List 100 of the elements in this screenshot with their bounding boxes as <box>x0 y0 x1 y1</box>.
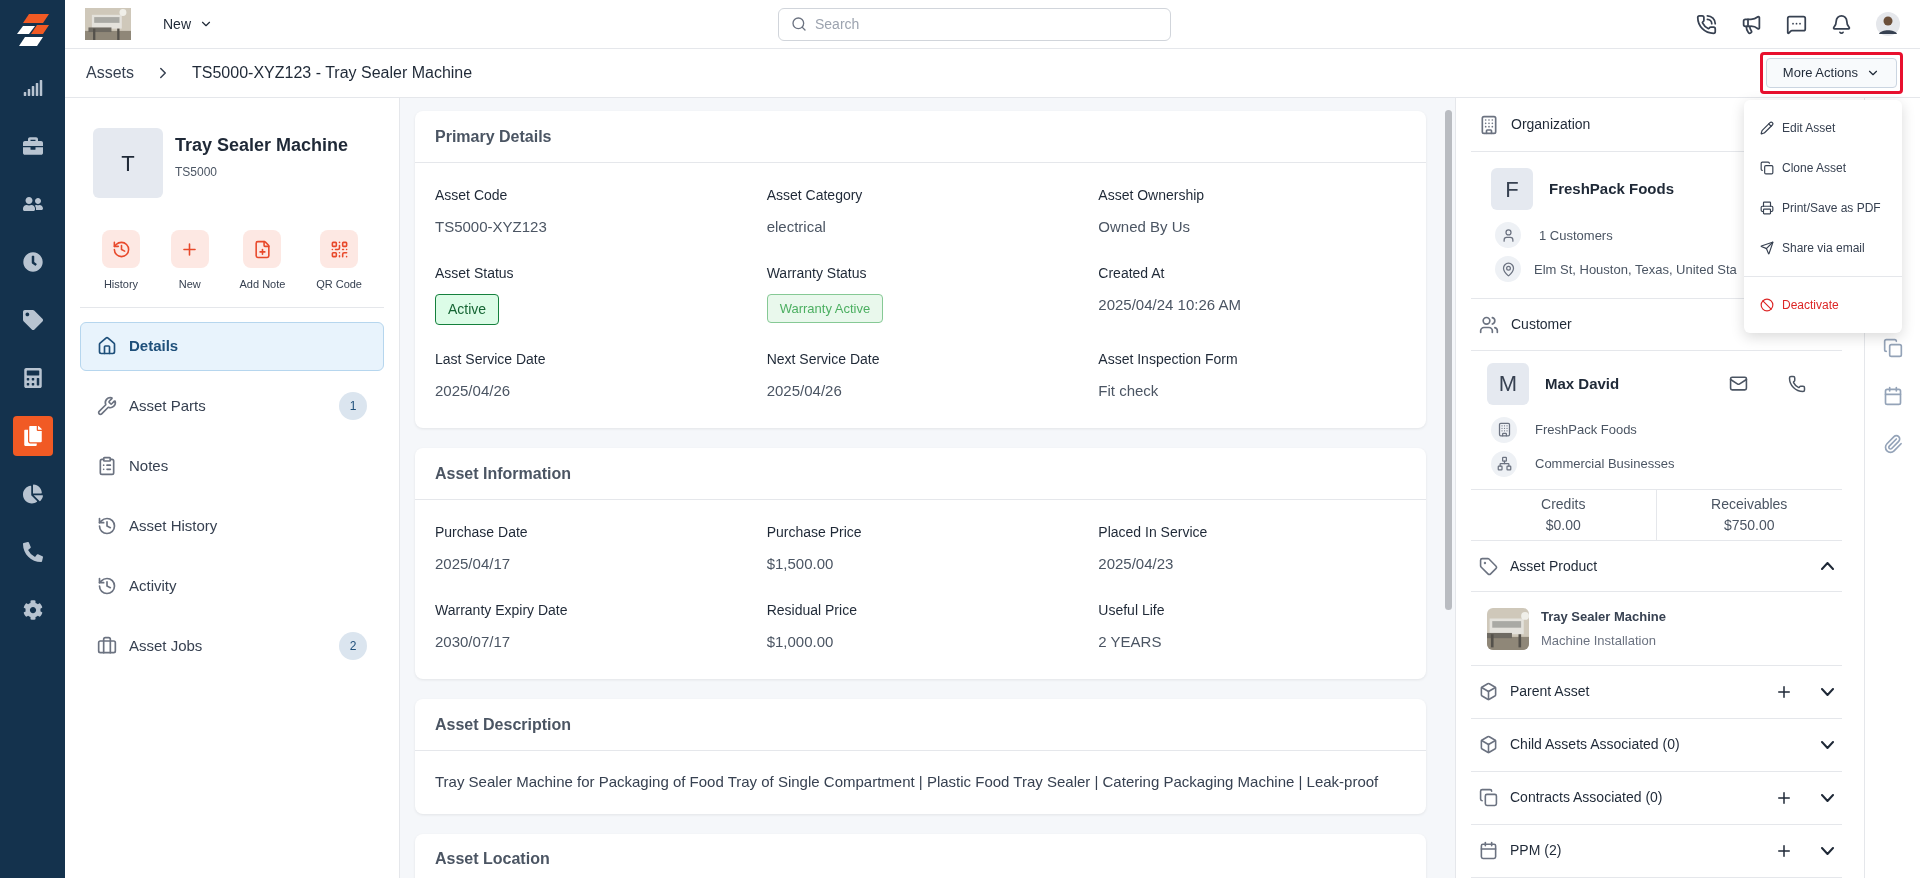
paperclip-icon[interactable] <box>1882 434 1903 454</box>
field-label: Residual Price <box>766 600 858 620</box>
menu-item[interactable]: Share via email <box>1744 228 1902 268</box>
customers-count: 1 Customers <box>1539 226 1613 245</box>
field-label: Placed In Service <box>1098 523 1209 542</box>
section-title: Asset Description <box>435 714 572 735</box>
tag-icon <box>1479 556 1498 576</box>
side-tab[interactable]: Asset History <box>80 501 384 551</box>
field-value: $1,000.00 <box>766 631 835 652</box>
panel-heading: Customer <box>1511 315 1572 335</box>
briefcase-icon <box>97 636 117 656</box>
bell-icon[interactable] <box>1831 13 1852 35</box>
settings-icon <box>22 600 43 620</box>
history-icon <box>97 576 117 596</box>
breadcrumb-current: TS5000-XYZ123 - Tray Sealer Machine <box>192 63 473 83</box>
total-label: Credits <box>1541 494 1586 514</box>
field-value: 2025/04/26 <box>435 380 512 401</box>
field-label: Asset Ownership <box>1098 186 1206 205</box>
avatar[interactable] <box>1876 12 1900 36</box>
field-value: electrical <box>766 217 827 237</box>
users-icon <box>22 194 43 214</box>
panel-heading: Asset Product <box>1510 556 1599 576</box>
chevron-down-icon <box>1821 688 1834 696</box>
new-menu-button[interactable]: New <box>163 13 213 35</box>
field-label: Asset Category <box>766 186 864 205</box>
phone-call-icon[interactable] <box>1696 13 1717 35</box>
file-plus-icon <box>252 239 272 259</box>
menu-item[interactable]: Deactivate <box>1744 285 1902 325</box>
toggle-button[interactable] <box>1821 794 1834 802</box>
side-tab[interactable]: Asset Parts 1 <box>80 381 384 431</box>
field-value: 2 YEARS <box>1098 631 1163 652</box>
customer-avatar: M <box>1487 362 1529 405</box>
mail-icon[interactable] <box>1729 374 1748 394</box>
side-tab[interactable]: Asset Jobs 2 <box>80 621 384 671</box>
chevron-up-icon <box>1821 562 1834 571</box>
quick-action[interactable]: Add Note <box>239 230 286 293</box>
clipboard-icon <box>97 456 117 476</box>
asset-name: Tray Sealer Machine <box>175 134 349 157</box>
field-label: Asset Code <box>435 186 509 205</box>
org-name: FreshPack Foods <box>1549 179 1675 200</box>
copy-icon[interactable] <box>1882 338 1903 358</box>
total-value: $0.00 <box>1545 515 1581 535</box>
bar-chart-icon <box>22 78 43 98</box>
add-button[interactable] <box>1775 683 1793 701</box>
toggle-button[interactable] <box>1821 562 1834 571</box>
total-value: $750.00 <box>1723 515 1775 535</box>
quick-action[interactable]: QR Code <box>316 230 362 293</box>
add-button[interactable] <box>1775 789 1793 807</box>
panel-heading: Contracts Associated (0) <box>1510 788 1664 808</box>
send-icon <box>1760 241 1774 255</box>
description-text: Tray Sealer Machine for Packaging of Food Tray of Single Compartment | Plastic Food Tray Sealer | Catering Packaging Machine | Leak-proof <box>435 772 1380 792</box>
address-text: Elm St, Houston, Texas, United Sta <box>1534 260 1737 279</box>
toggle-button[interactable] <box>1821 741 1834 749</box>
field-value: 2030/07/17 <box>435 631 512 652</box>
quick-action[interactable]: New <box>170 230 209 293</box>
pie-chart-icon <box>22 484 43 504</box>
chat-icon[interactable] <box>1786 13 1807 35</box>
search-field[interactable]: Search <box>778 7 1171 41</box>
field-label: Last Service Date <box>435 349 547 369</box>
pencil-icon <box>1760 121 1774 135</box>
copy-icon <box>1479 788 1498 808</box>
side-tab[interactable]: Notes <box>80 441 384 491</box>
field-label: Asset Status <box>435 263 515 283</box>
menu-item[interactable]: Print/Save as PDF <box>1744 188 1902 228</box>
side-tab[interactable]: Details <box>80 321 384 371</box>
menu-item[interactable]: Clone Asset <box>1744 148 1902 188</box>
cube-icon <box>1479 735 1498 755</box>
history-icon <box>97 516 117 536</box>
add-button[interactable] <box>1775 842 1793 860</box>
panel-heading: Parent Asset <box>1510 682 1591 702</box>
search-input[interactable]: Search <box>815 13 1158 35</box>
phone-icon[interactable] <box>1788 374 1806 393</box>
chevron-down-icon <box>1821 847 1834 855</box>
ban-icon <box>1760 298 1774 312</box>
field-label: Purchase Price <box>766 523 863 542</box>
megaphone-icon[interactable] <box>1741 13 1762 35</box>
count-badge: 2 <box>339 632 367 660</box>
side-tab[interactable]: Activity <box>80 561 384 611</box>
chevron-down-icon <box>1821 794 1834 802</box>
toggle-button[interactable] <box>1821 847 1834 855</box>
asset-avatar: T <box>93 128 163 198</box>
quick-action[interactable]: History <box>102 230 140 293</box>
more-actions-button[interactable]: More Actions <box>1765 58 1897 88</box>
nav-item[interactable] <box>12 416 53 456</box>
field-label: Next Service Date <box>766 349 881 369</box>
field-label: Warranty Status <box>766 263 868 283</box>
status-badge: Warranty Active <box>766 293 884 323</box>
menu-item[interactable]: Edit Asset <box>1744 108 1902 148</box>
panel-heading: Organization <box>1511 115 1591 135</box>
panel-heading: Child Assets Associated (0) <box>1510 735 1681 755</box>
breadcrumb-link[interactable]: Assets <box>86 61 134 85</box>
hierarchy-icon <box>1491 450 1517 477</box>
calendar-icon[interactable] <box>1882 386 1903 406</box>
panel-heading: PPM (2) <box>1510 841 1563 861</box>
documents-icon <box>22 426 43 446</box>
field-label: Useful Life <box>1098 600 1166 620</box>
section-title: Primary Details <box>435 126 552 147</box>
printer-icon <box>1760 201 1774 215</box>
toggle-button[interactable] <box>1821 688 1834 696</box>
field-label: Asset Inspection Form <box>1098 349 1239 369</box>
